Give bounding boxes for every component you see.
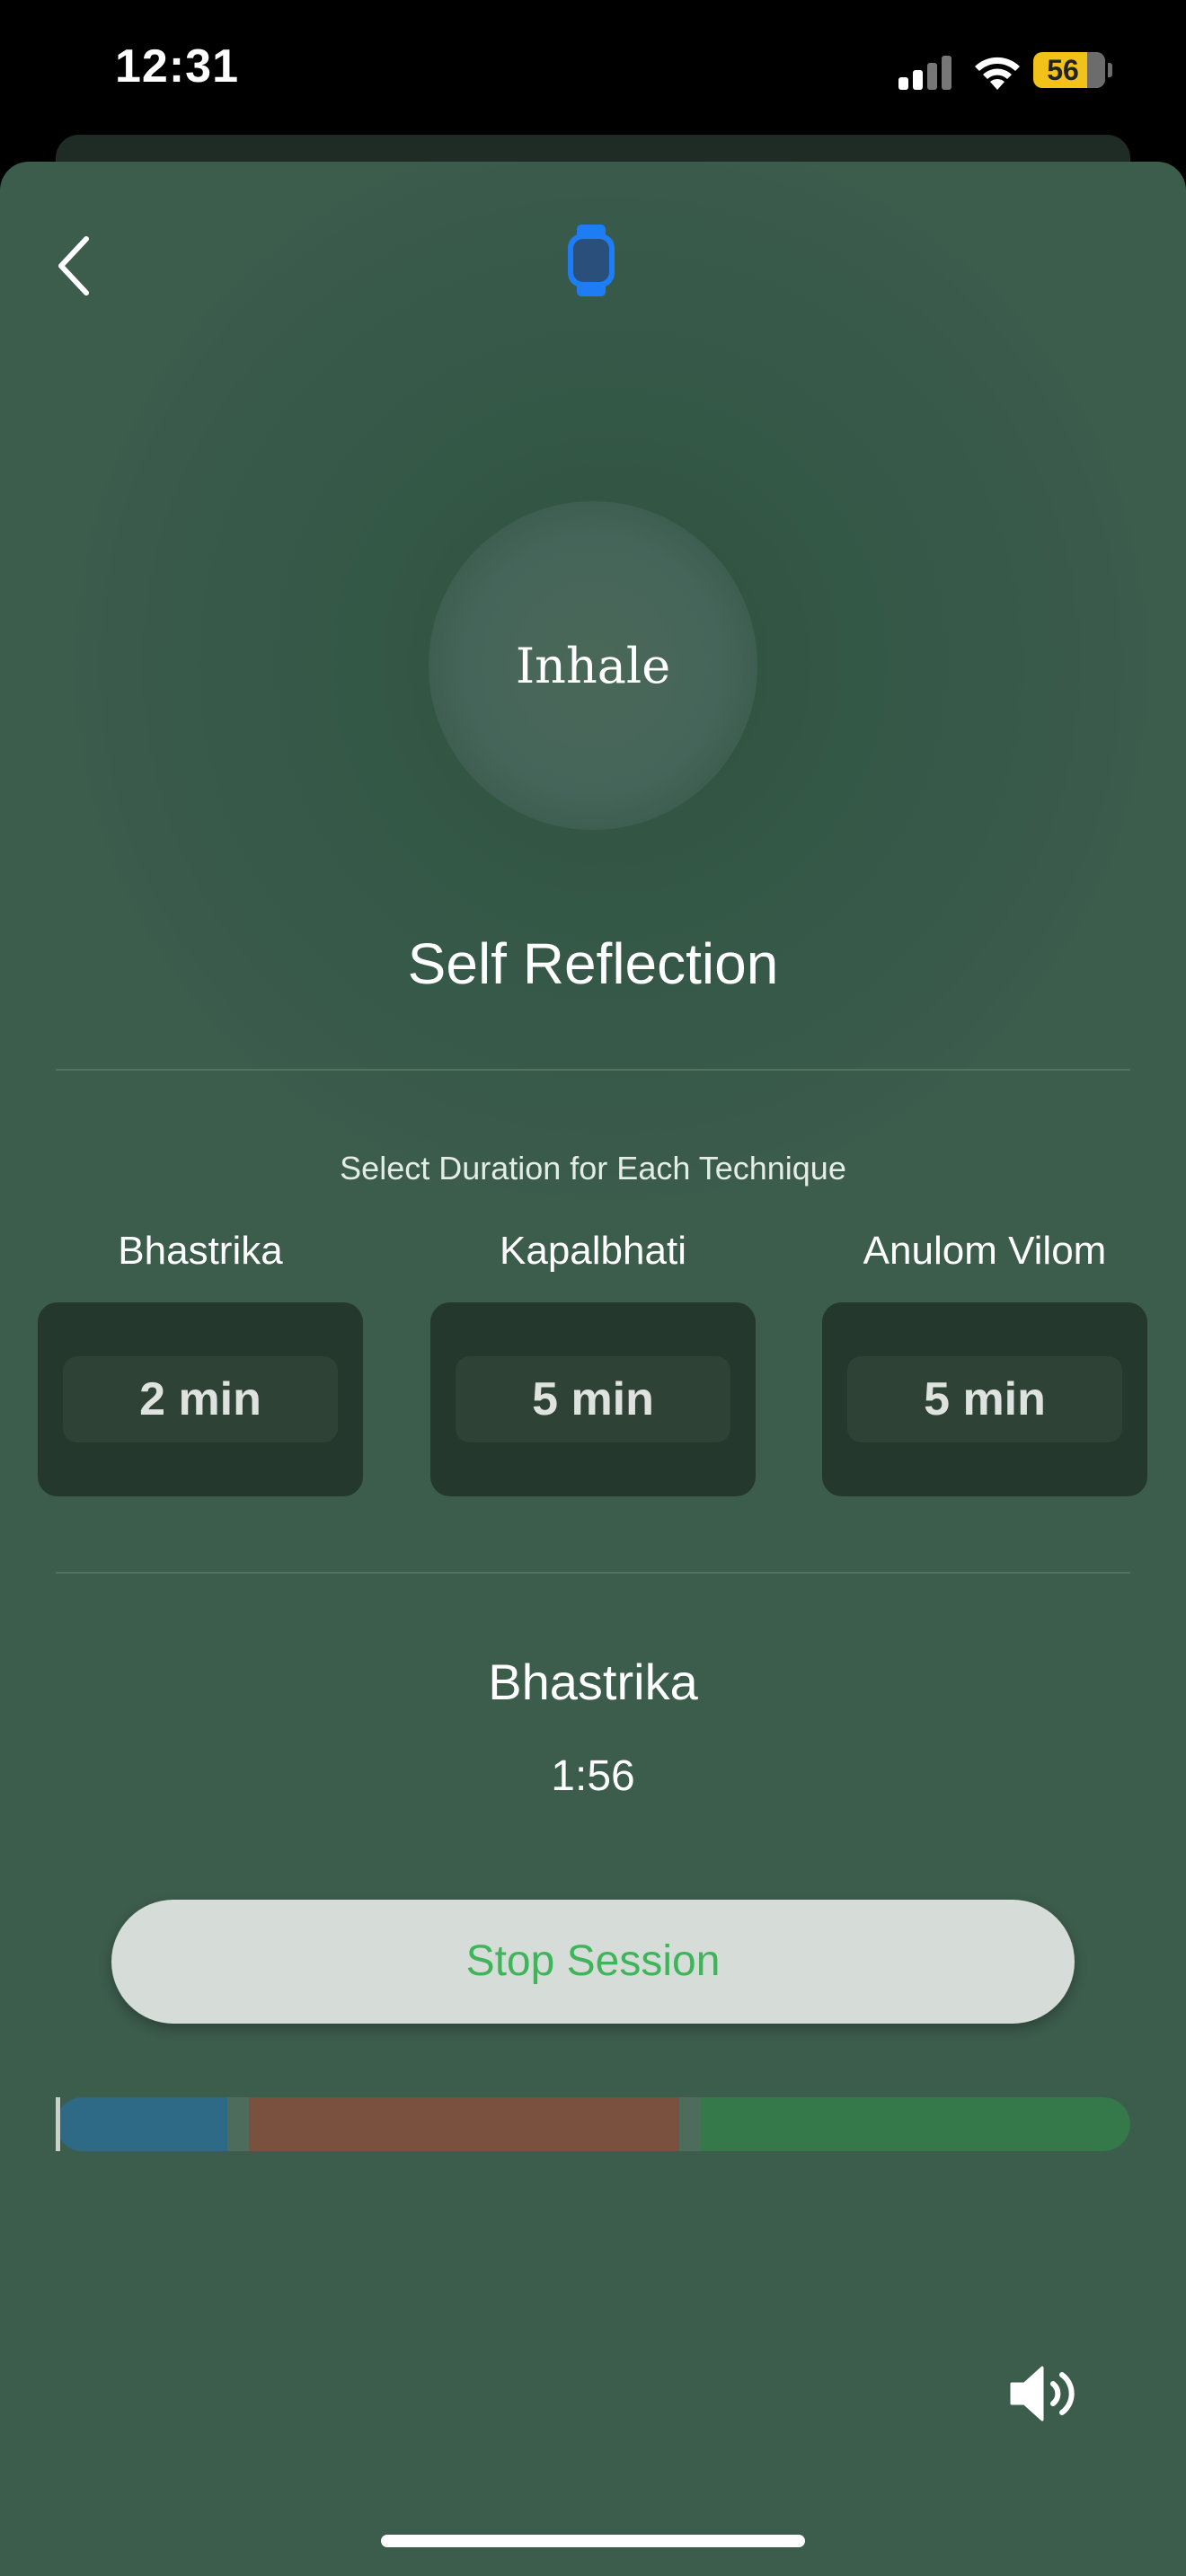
session-timer: 1:56 [551, 1752, 635, 1800]
battery-icon: 56 [1033, 52, 1105, 88]
duration-value: 2 min [139, 1373, 261, 1425]
duration-value: 5 min [924, 1373, 1046, 1425]
session-progress-bar [56, 2097, 1130, 2151]
cellular-signal-icon [898, 54, 952, 90]
divider [56, 1069, 1130, 1071]
progress-marker [56, 2097, 60, 2151]
speaker-icon[interactable] [1008, 2362, 1080, 2425]
breathing-session-sheet: Inhale Self Reflection Select Duration f… [0, 162, 1186, 2576]
divider [56, 1572, 1130, 1574]
session-title: Self Reflection [407, 931, 779, 996]
status-bar: 12:31 56 [0, 0, 1186, 153]
duration-value: 5 min [532, 1373, 654, 1425]
progress-segment [249, 2097, 679, 2151]
duration-picker-kapalbhati[interactable]: 5 min [430, 1302, 756, 1496]
home-indicator [381, 2535, 805, 2547]
progress-gap [678, 2097, 701, 2151]
battery-level: 56 [1047, 54, 1079, 86]
technique-label-kapalbhati: Kapalbhati [500, 1229, 686, 1273]
back-chevron-icon[interactable] [50, 230, 95, 302]
current-technique: Bhastrika [488, 1654, 698, 1710]
progress-gap [227, 2097, 250, 2151]
status-time: 12:31 [115, 40, 239, 93]
stop-session-button[interactable]: Stop Session [111, 1900, 1075, 2024]
technique-label-bhastrika: Bhastrika [118, 1229, 283, 1273]
progress-segment [700, 2097, 1130, 2151]
duration-picker-bhastrika[interactable]: 2 min [38, 1302, 363, 1496]
watch-icon[interactable] [562, 223, 620, 298]
duration-heading: Select Duration for Each Technique [340, 1150, 846, 1187]
wifi-icon [975, 57, 1020, 90]
progress-segment [56, 2097, 228, 2151]
technique-label-anulom-vilom: Anulom Vilom [863, 1229, 1107, 1273]
breath-phase-label: Inhale [515, 638, 671, 694]
duration-picker-anulom-vilom[interactable]: 5 min [822, 1302, 1147, 1496]
